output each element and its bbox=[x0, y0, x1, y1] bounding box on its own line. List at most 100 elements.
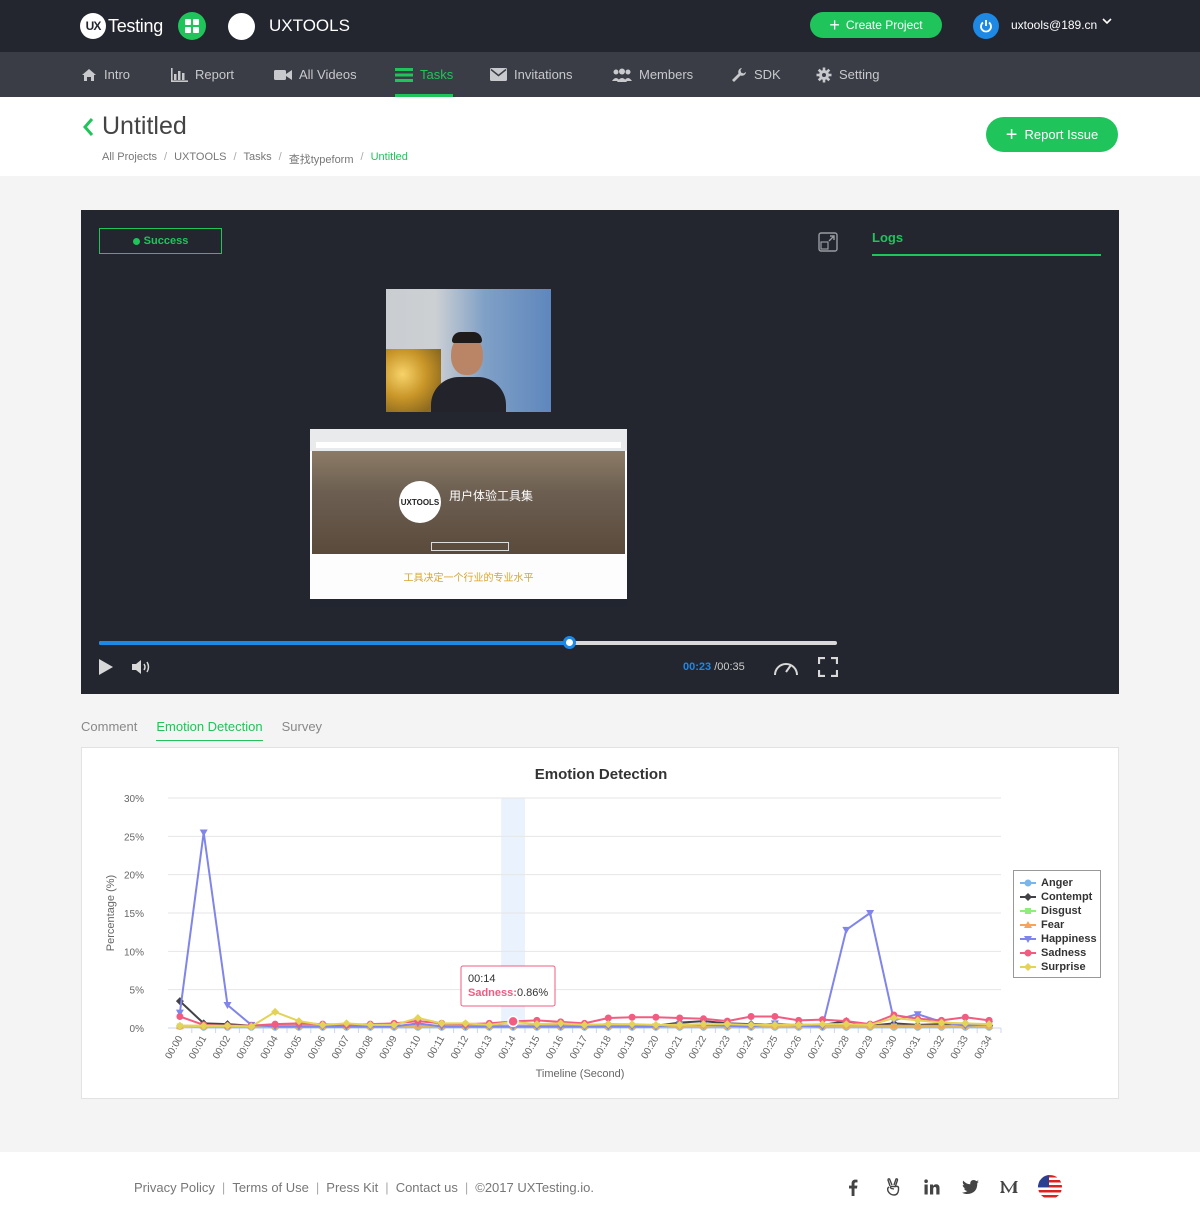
data-point-sadness[interactable] bbox=[628, 1013, 636, 1021]
x-tick-label: 00:05 bbox=[282, 1034, 304, 1062]
nav-setting[interactable]: Setting bbox=[816, 52, 879, 97]
facebook-icon[interactable] bbox=[848, 1176, 886, 1198]
tab-emotion-detection[interactable]: Emotion Detection bbox=[156, 719, 263, 741]
legend-label: Anger bbox=[1041, 877, 1073, 889]
terms-of-use-link[interactable]: Terms of Use bbox=[232, 1180, 309, 1195]
nav-invitations[interactable]: Invitations bbox=[490, 52, 573, 97]
apps-grid-button[interactable] bbox=[178, 12, 206, 40]
legend-item-surprise[interactable]: Surprise bbox=[1020, 960, 1100, 974]
create-project-button[interactable]: + Create Project bbox=[810, 12, 942, 38]
x-tick-label: 00:14 bbox=[497, 1034, 519, 1062]
legend-item-fear[interactable]: Fear bbox=[1020, 918, 1100, 932]
project-avatar[interactable] bbox=[228, 13, 255, 40]
breadcrumb-all-projects[interactable]: All Projects bbox=[102, 151, 157, 167]
medium-icon[interactable] bbox=[1000, 1176, 1038, 1198]
x-tick-label: 00:03 bbox=[235, 1034, 257, 1062]
screen-recording: UXTOOLS 用户体验工具集 工具决定一个行业的专业水平 bbox=[310, 429, 627, 607]
project-name[interactable]: UXTOOLS bbox=[269, 16, 350, 36]
tab-comment[interactable]: Comment bbox=[81, 719, 137, 741]
breadcrumb-current: Untitled bbox=[370, 151, 408, 163]
x-tick-label: 00:11 bbox=[426, 1034, 448, 1061]
speed-gauge-icon[interactable] bbox=[772, 656, 800, 683]
y-tick-label: 20% bbox=[124, 871, 144, 882]
x-tick-label: 00:22 bbox=[687, 1034, 709, 1062]
legend-swatch bbox=[1020, 949, 1036, 957]
legend-swatch bbox=[1020, 921, 1036, 928]
user-email[interactable]: uxtools@189.cn bbox=[1011, 18, 1097, 32]
copyright: ©2017 UXTesting.io. bbox=[475, 1180, 594, 1195]
data-point-sadness[interactable] bbox=[771, 1013, 779, 1020]
plus-icon: + bbox=[829, 15, 840, 35]
legend-marker[interactable] bbox=[1024, 879, 1032, 887]
data-point-sadness[interactable] bbox=[676, 1014, 684, 1022]
angellist-icon[interactable] bbox=[886, 1176, 924, 1198]
x-tick-label: 00:26 bbox=[782, 1034, 804, 1062]
legend-marker[interactable] bbox=[1024, 963, 1032, 971]
data-point-happiness[interactable] bbox=[199, 829, 208, 837]
breadcrumb-project[interactable]: UXTOOLS bbox=[174, 151, 226, 167]
legend-marker[interactable] bbox=[1024, 893, 1032, 901]
nav-tasks[interactable]: Tasks bbox=[395, 52, 454, 97]
legend-item-contempt[interactable]: Contempt bbox=[1020, 890, 1100, 904]
back-chevron-icon[interactable] bbox=[82, 117, 94, 143]
users-icon bbox=[612, 68, 632, 82]
legend-item-sadness[interactable]: Sadness bbox=[1020, 946, 1100, 960]
legend-label: Contempt bbox=[1041, 891, 1093, 903]
nav-members[interactable]: Members bbox=[612, 52, 693, 97]
x-tick-label: 00:32 bbox=[925, 1034, 947, 1062]
breadcrumb-task[interactable]: 查找typeform bbox=[289, 151, 354, 167]
legend-marker[interactable] bbox=[1024, 949, 1032, 957]
x-tick-label: 00:08 bbox=[354, 1034, 376, 1062]
x-tick-label: 00:28 bbox=[830, 1034, 852, 1062]
breadcrumb-tasks[interactable]: Tasks bbox=[244, 151, 272, 167]
nav-intro[interactable]: Intro bbox=[81, 52, 130, 97]
us-flag-icon[interactable] bbox=[1038, 1175, 1076, 1199]
nav-report[interactable]: Report bbox=[170, 52, 234, 97]
legend-swatch bbox=[1020, 936, 1036, 943]
legend-swatch bbox=[1020, 908, 1036, 914]
legend-label: Happiness bbox=[1041, 933, 1097, 945]
linkedin-icon[interactable] bbox=[924, 1176, 962, 1198]
create-project-label: Create Project bbox=[845, 18, 923, 32]
data-point-happiness[interactable] bbox=[842, 926, 851, 934]
site-title: 用户体验工具集 bbox=[449, 489, 534, 503]
power-icon[interactable] bbox=[973, 13, 999, 39]
data-point-sadness[interactable] bbox=[271, 1020, 279, 1028]
status-label: Success bbox=[143, 235, 189, 247]
nav-sdk[interactable]: SDK bbox=[731, 52, 781, 97]
logs-tab[interactable]: Logs bbox=[872, 230, 1101, 256]
report-issue-button[interactable]: + Report Issue bbox=[986, 117, 1118, 152]
site-logo: UXTOOLS bbox=[399, 481, 441, 523]
x-tick-label: 00:16 bbox=[544, 1034, 566, 1062]
nav-all-videos[interactable]: All Videos bbox=[274, 52, 357, 97]
nav-label: Invitations bbox=[514, 67, 573, 82]
privacy-policy-link[interactable]: Privacy Policy bbox=[134, 1180, 215, 1195]
data-point-sadness[interactable] bbox=[747, 1013, 755, 1020]
press-kit-link[interactable]: Press Kit bbox=[326, 1180, 378, 1195]
expand-icon[interactable] bbox=[818, 232, 838, 257]
total-time: /00:35 bbox=[714, 661, 745, 673]
legend-item-anger[interactable]: Anger bbox=[1020, 876, 1100, 890]
site-hero: UXTOOLS 用户体验工具集 bbox=[312, 451, 625, 554]
y-tick-label: 5% bbox=[130, 986, 145, 997]
tab-survey[interactable]: Survey bbox=[282, 719, 322, 741]
tooltip-value: 0.86% bbox=[517, 987, 548, 999]
contact-us-link[interactable]: Contact us bbox=[396, 1180, 458, 1195]
volume-icon[interactable] bbox=[131, 658, 153, 681]
progress-bar[interactable] bbox=[99, 636, 837, 649]
progress-handle[interactable] bbox=[563, 636, 577, 649]
legend-item-disgust[interactable]: Disgust bbox=[1020, 904, 1100, 918]
play-icon[interactable] bbox=[98, 658, 114, 681]
y-tick-label: 10% bbox=[124, 947, 144, 958]
twitter-icon[interactable] bbox=[962, 1176, 1000, 1198]
highlighted-point bbox=[507, 1015, 519, 1028]
app-logo[interactable]: UX Testing bbox=[80, 13, 163, 39]
chevron-down-icon[interactable] bbox=[1102, 16, 1112, 29]
fullscreen-icon[interactable] bbox=[817, 656, 839, 682]
x-tick-label: 00:04 bbox=[259, 1034, 281, 1062]
legend-marker[interactable] bbox=[1025, 908, 1031, 914]
status-dot bbox=[132, 237, 140, 245]
legend-item-happiness[interactable]: Happiness bbox=[1020, 932, 1100, 946]
data-point-sadness[interactable] bbox=[652, 1013, 660, 1021]
data-point-sadness[interactable] bbox=[176, 1013, 184, 1020]
